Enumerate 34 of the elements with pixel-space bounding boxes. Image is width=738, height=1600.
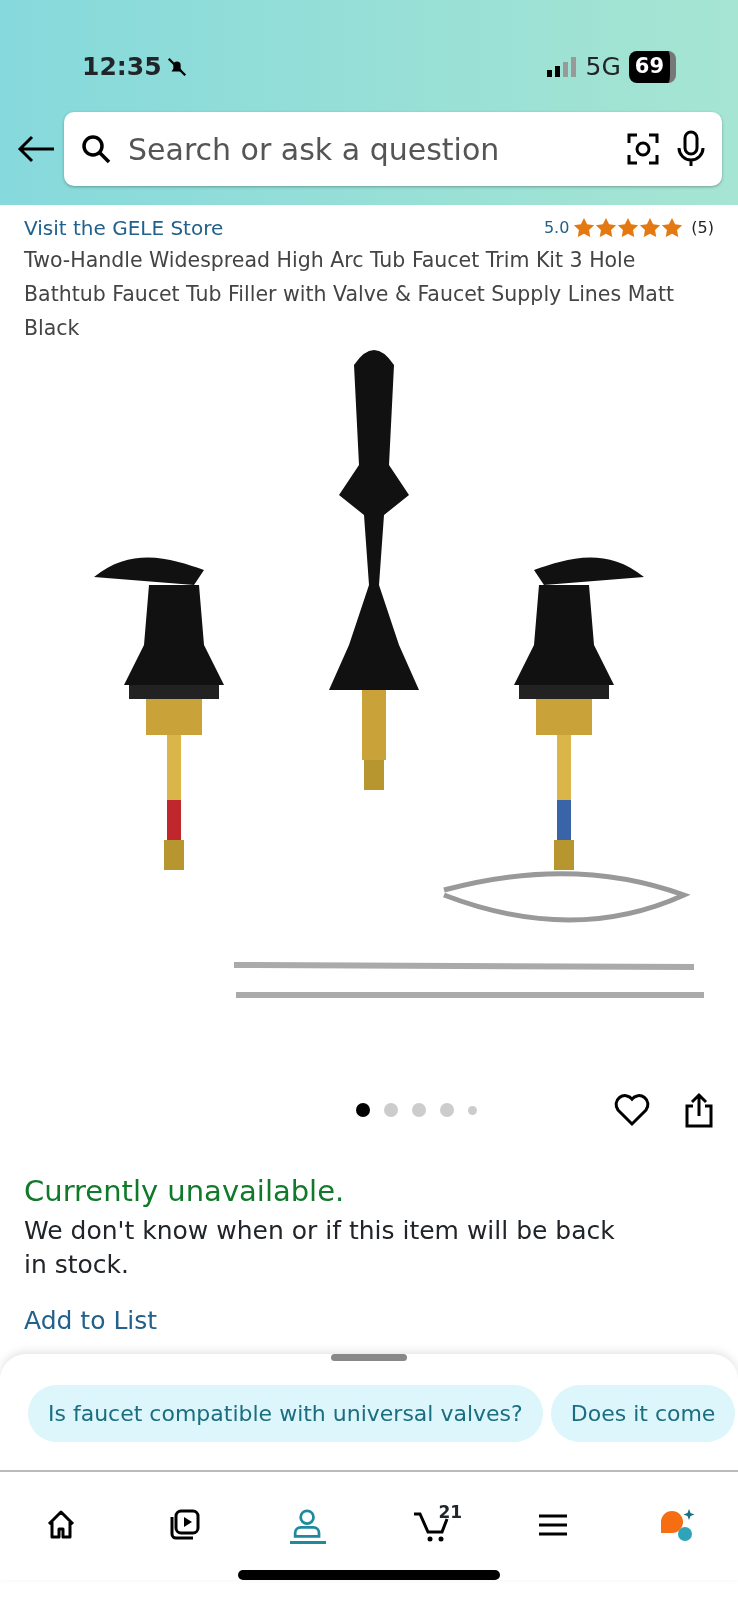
- gallery-dot[interactable]: [467, 1105, 477, 1115]
- microphone-icon[interactable]: [676, 130, 706, 168]
- availability-status: Currently unavailable.: [24, 1173, 346, 1210]
- star-icon: [573, 217, 596, 239]
- share-icon[interactable]: [684, 1092, 714, 1128]
- star-icon: [661, 217, 684, 239]
- search-field[interactable]: Search or ask a question: [64, 112, 722, 186]
- star-icon: [617, 217, 640, 239]
- camera-scan-icon[interactable]: [626, 132, 660, 166]
- search-icon: [80, 133, 112, 165]
- add-to-list-link[interactable]: Add to List: [24, 1301, 158, 1339]
- availability-message: We don't know when or if this item will be back in stock.: [24, 1214, 616, 1281]
- chat-bubbles-icon[interactable]: [658, 1508, 695, 1544]
- suggestion-chip[interactable]: Does it come: [550, 1385, 736, 1442]
- back-arrow-icon[interactable]: [16, 134, 56, 164]
- status-time: 12:35: [82, 51, 162, 84]
- gallery-dot[interactable]: [383, 1103, 398, 1117]
- gallery-dot[interactable]: [411, 1103, 426, 1117]
- rating-value: 5.0: [543, 217, 570, 239]
- battery-indicator: 69: [628, 51, 676, 83]
- person-icon[interactable]: [289, 1508, 326, 1544]
- gallery-dot[interactable]: [355, 1103, 370, 1117]
- heart-icon[interactable]: [614, 1093, 650, 1127]
- review-count: (5): [691, 217, 714, 239]
- cart-count: 21: [438, 1501, 463, 1524]
- gallery-dot[interactable]: [439, 1103, 454, 1117]
- store-link[interactable]: Visit the GELE Store: [24, 213, 544, 243]
- sheet-handle[interactable]: [331, 1354, 407, 1361]
- star-icon: [595, 217, 618, 239]
- suggestion-chip[interactable]: Is faucet compatible with universal valves?: [28, 1385, 543, 1442]
- network-label: 5G: [585, 51, 621, 84]
- star-icon: [639, 217, 662, 239]
- product-title: Two-Handle Widespread High Arc Tub Faucet Trim Kit 3 Hole Bathtub Faucet Tub Filler with Valve & Faucet Supply Lines Matt Black: [24, 247, 675, 342]
- signal-icon: [547, 57, 578, 77]
